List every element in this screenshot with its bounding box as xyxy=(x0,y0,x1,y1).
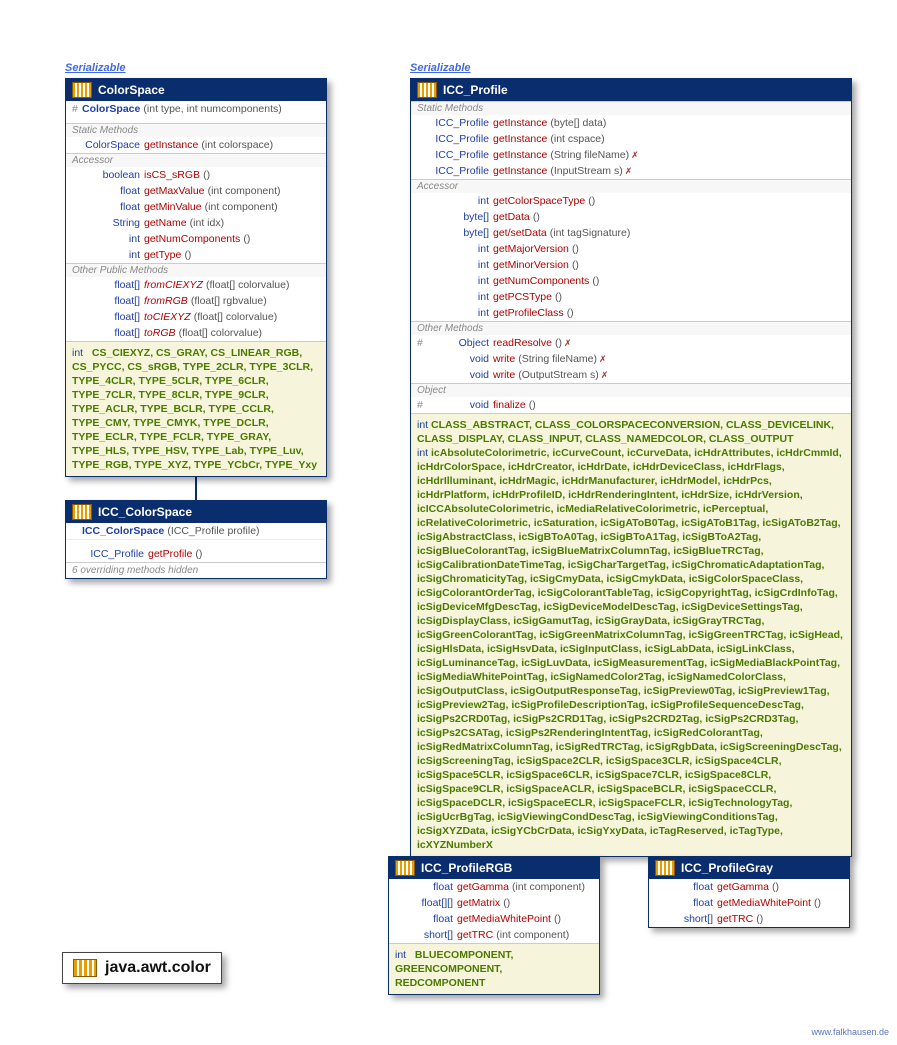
method-row: StringgetName (int idx) xyxy=(66,215,326,231)
method-row: intgetPCSType () xyxy=(411,289,851,305)
method-row: floatgetMaxValue (int component) xyxy=(66,183,326,199)
method-row: floatgetMediaWhitePoint () xyxy=(649,895,849,911)
method-row: booleanisCS_sRGB () xyxy=(66,167,326,183)
section-other: Other Methods xyxy=(411,321,851,335)
stripes-icon xyxy=(72,82,92,98)
method-row: float[]toRGB (float[] colorvalue) xyxy=(66,325,326,341)
class-icc-colorspace: ICC_ColorSpace ICC_ColorSpace (ICC_Profi… xyxy=(65,500,327,579)
constants-block: int CS_CIEXYZ, CS_GRAY, CS_LINEAR_RGB, C… xyxy=(66,341,326,476)
method-row: ICC_ProfilegetInstance (InputStream s)✗ xyxy=(411,163,851,179)
class-title: ICC_Profile xyxy=(443,83,508,97)
class-title: ICC_ColorSpace xyxy=(98,505,192,519)
method-row: float[]fromCIEXYZ (float[] colorvalue) xyxy=(66,277,326,293)
section-accessor: Accessor xyxy=(411,179,851,193)
section-other: Other Public Methods xyxy=(66,263,326,277)
class-header: ICC_Profile xyxy=(411,79,851,101)
section-accessor: Accessor xyxy=(66,153,326,167)
method-row: floatgetMinValue (int component) xyxy=(66,199,326,215)
method-row: voidwrite (OutputStream s)✗ xyxy=(411,367,851,383)
watermark: www.falkhausen.de xyxy=(811,1027,889,1037)
method-row: short[]getTRC (int component) xyxy=(389,927,599,943)
class-header: ICC_ColorSpace xyxy=(66,501,326,523)
stripes-icon xyxy=(655,860,675,876)
class-header: ICC_ProfileGray xyxy=(649,857,849,879)
method-row: ColorSpacegetInstance (int colorspace) xyxy=(66,137,326,153)
package-label: java.awt.color xyxy=(62,952,222,984)
method-row: floatgetGamma (int component) xyxy=(389,879,599,895)
class-title: ICC_ProfileGray xyxy=(681,861,773,875)
method-row: intgetColorSpaceType () xyxy=(411,193,851,209)
package-name: java.awt.color xyxy=(105,959,211,977)
method-row: intgetNumComponents () xyxy=(411,273,851,289)
method-row: short[]getTRC () xyxy=(649,911,849,927)
section-object: Object xyxy=(411,383,851,397)
interface-label-serializable: Serializable xyxy=(65,62,126,74)
interface-label-serializable: Serializable xyxy=(410,62,471,74)
method-row: float[]toCIEXYZ (float[] colorvalue) xyxy=(66,309,326,325)
section-static: Static Methods xyxy=(66,123,326,137)
class-colorspace: ColorSpace #ColorSpace (int type, int nu… xyxy=(65,78,327,477)
method-row: ICC_ProfilegetProfile () xyxy=(66,546,326,562)
method-row: ICC_ProfilegetInstance (String fileName)… xyxy=(411,147,851,163)
stripes-icon xyxy=(395,860,415,876)
method-row: float[][]getMatrix () xyxy=(389,895,599,911)
method-row: float[]fromRGB (float[] rgbvalue) xyxy=(66,293,326,309)
section-static: Static Methods xyxy=(411,101,851,115)
method-row: intgetNumComponents () xyxy=(66,231,326,247)
method-row: ICC_ProfilegetInstance (byte[] data) xyxy=(411,115,851,131)
method-row: byte[]getData () xyxy=(411,209,851,225)
method-row: intgetProfileClass () xyxy=(411,305,851,321)
stripes-icon xyxy=(73,959,97,977)
method-row: floatgetMediaWhitePoint () xyxy=(389,911,599,927)
class-title: ICC_ProfileRGB xyxy=(421,861,512,875)
method-row: #voidfinalize () xyxy=(411,397,851,413)
method-row: intgetMajorVersion () xyxy=(411,241,851,257)
constants-block: int CLASS_ABSTRACT, CLASS_COLORSPACECONV… xyxy=(411,413,851,856)
class-title: ColorSpace xyxy=(98,83,165,97)
method-row: intgetType () xyxy=(66,247,326,263)
method-row: #ObjectreadResolve ()✗ xyxy=(411,335,851,351)
class-icc-profile: ICC_Profile Static Methods ICC_Profilege… xyxy=(410,78,852,857)
class-icc-profile-gray: ICC_ProfileGray floatgetGamma ()floatget… xyxy=(648,856,850,928)
method-row: intgetMinorVersion () xyxy=(411,257,851,273)
class-header: ColorSpace xyxy=(66,79,326,101)
method-row: byte[]get/setData (int tagSignature) xyxy=(411,225,851,241)
method-row: voidwrite (String fileName)✗ xyxy=(411,351,851,367)
class-icc-profile-rgb: ICC_ProfileRGB floatgetGamma (int compon… xyxy=(388,856,600,995)
stripes-icon xyxy=(417,82,437,98)
stripes-icon xyxy=(72,504,92,520)
class-header: ICC_ProfileRGB xyxy=(389,857,599,879)
method-row: floatgetGamma () xyxy=(649,879,849,895)
constants-block: int BLUECOMPONENT, GREENCOMPONENT, REDCO… xyxy=(389,943,599,994)
method-row: ICC_ProfilegetInstance (int cspace) xyxy=(411,131,851,147)
